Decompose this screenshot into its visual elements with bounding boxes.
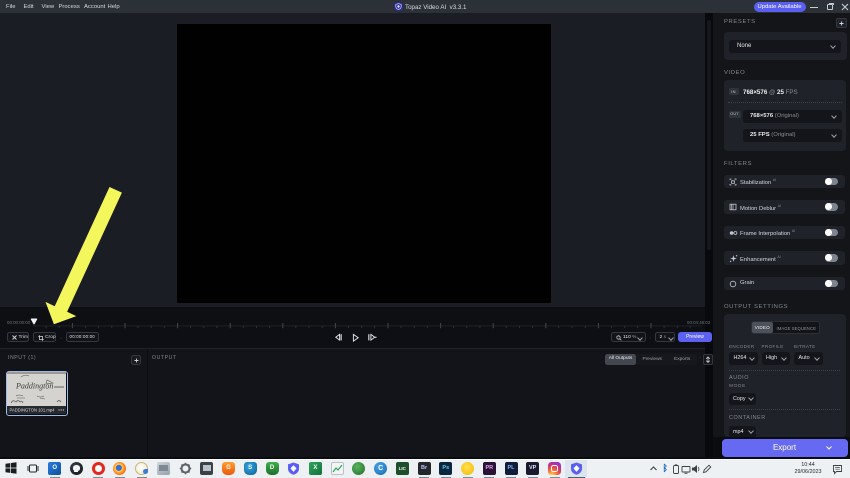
svg-text:PADDINGTON 101.mp4: PADDINGTON 101.mp4 bbox=[10, 407, 56, 412]
svg-text:Paddington: Paddington bbox=[15, 381, 53, 390]
